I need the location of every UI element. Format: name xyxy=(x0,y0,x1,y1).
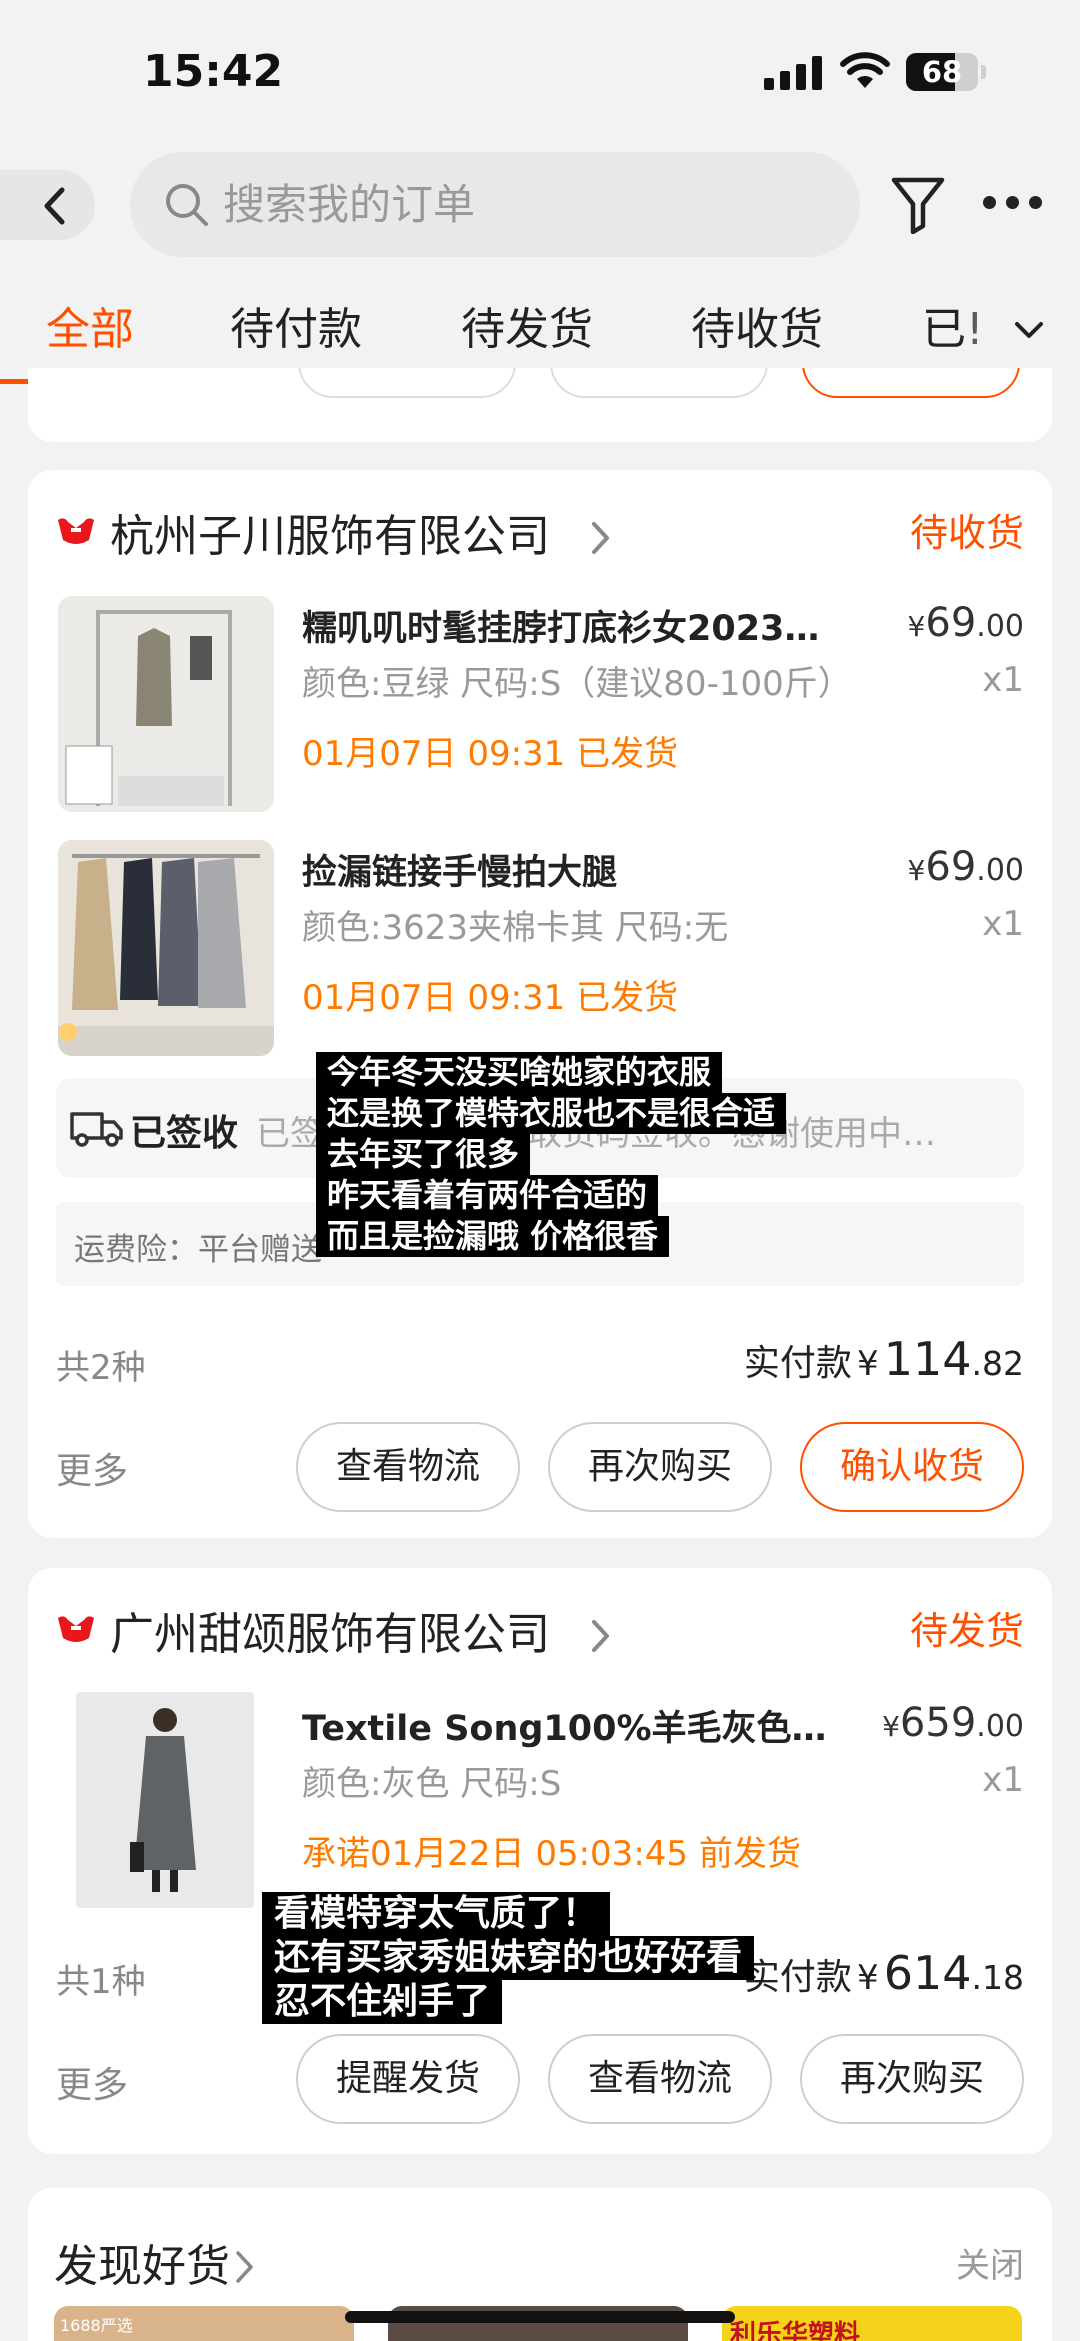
buy-again-button[interactable]: 再次购买 xyxy=(548,1422,772,1512)
product-price: ¥69.00 xyxy=(907,844,1024,890)
shipping-status: 01月07日 09:31 已发货 xyxy=(302,978,679,1018)
product-spec: 颜色:灰色 尺码:S xyxy=(302,1764,562,1804)
caption-line: 而且是捡漏哦 价格很香 xyxy=(316,1216,670,1257)
shipping-status: 承诺01月22日 05:03:45 前发货 xyxy=(302,1834,801,1874)
chevron-right-icon xyxy=(236,2251,253,2283)
status-bar: 15:42 68 xyxy=(0,0,1080,145)
status-time: 15:42 xyxy=(143,46,284,97)
caption-line: 昨天看着有两件合适的 xyxy=(316,1175,659,1216)
cellular-signal-icon xyxy=(764,56,822,90)
product-image[interactable] xyxy=(76,1692,254,1908)
product-quantity: x1 xyxy=(982,904,1024,944)
chevron-right-icon[interactable] xyxy=(590,1618,612,1654)
discover-close-button[interactable]: 关闭 xyxy=(956,2238,1024,2287)
paid-total: 实付款 ¥ 614.18 xyxy=(743,1946,1024,2000)
shipping-status: 01月07日 09:31 已发货 xyxy=(302,734,679,774)
shop-logo-icon xyxy=(58,518,94,544)
search-placeholder: 搜索我的订单 xyxy=(223,180,476,229)
caption-line: 忍不住剁手了 xyxy=(262,1980,503,2024)
wifi-icon xyxy=(840,52,890,88)
confirm-receipt-button[interactable]: 确认收货 xyxy=(800,1422,1024,1512)
discover-badge: 1688严选 xyxy=(60,2316,133,2335)
chevron-down-icon[interactable] xyxy=(1014,320,1044,340)
battery-icon: 68 xyxy=(906,53,986,91)
order-status: 待发货 xyxy=(909,1609,1024,1653)
product-price: ¥659.00 xyxy=(882,1700,1024,1746)
discover-item-image[interactable]: 1688严选 xyxy=(54,2306,354,2341)
truck-icon xyxy=(70,1112,123,1147)
product-quantity: x1 xyxy=(982,1760,1024,1800)
product-spec: 颜色:3623夹棉卡其 尺码:无 xyxy=(302,908,729,948)
tab-pending-shipment[interactable]: 待发货 xyxy=(461,290,593,370)
remind-shipment-button[interactable]: 提醒发货 xyxy=(296,2034,520,2124)
order-card[interactable]: 杭州子川服饰有限公司 待收货 糯叽叽时髦挂脖打底衫女2023… 颜色:豆绿 尺码… xyxy=(28,470,1052,1538)
product-title[interactable]: 糯叽叽时髦挂脖打底衫女2023… xyxy=(302,600,819,651)
tab-all[interactable]: 全部 xyxy=(46,290,134,370)
shop-logo-icon xyxy=(58,1616,94,1642)
product-image[interactable] xyxy=(58,840,274,1056)
more-link[interactable]: 更多 xyxy=(56,1442,128,1494)
caption-line: 看模特穿太气质了！ xyxy=(262,1892,611,1936)
item-count: 共1种 xyxy=(56,1962,146,2002)
back-button[interactable] xyxy=(0,170,95,240)
more-link[interactable]: 更多 xyxy=(56,2056,128,2108)
tab-pending-receipt[interactable]: 待收货 xyxy=(691,290,823,370)
home-indicator[interactable] xyxy=(345,2311,735,2323)
search-input[interactable]: 搜索我的订单 xyxy=(130,152,860,257)
order-card[interactable]: 广州甜颂服饰有限公司 待发货 Textile Song100%羊毛灰色… 颜色:… xyxy=(28,1568,1052,2154)
product-price: ¥69.00 xyxy=(907,600,1024,646)
caption-line: 今年冬天没买啥她家的衣服 xyxy=(316,1052,723,1093)
battery-percent: 68 xyxy=(921,55,963,89)
discover-title[interactable]: 发现好货 xyxy=(54,2230,256,2294)
product-quantity: x1 xyxy=(982,660,1024,700)
paid-total: 实付款 ¥ 114.82 xyxy=(743,1332,1024,1386)
chevron-right-icon[interactable] xyxy=(590,520,612,556)
shop-name[interactable]: 杭州子川服饰有限公司 xyxy=(110,500,550,564)
caption-line: 还有买家秀姐妹穿的也好好看 xyxy=(262,1936,755,1980)
filter-icon[interactable] xyxy=(890,176,946,234)
order-status: 待收货 xyxy=(909,511,1024,555)
view-logistics-button[interactable]: 查看物流 xyxy=(548,2034,772,2124)
search-icon xyxy=(166,184,208,226)
product-spec: 颜色:豆绿 尺码:S（建议80-100斤） xyxy=(302,664,852,704)
discover-badge: 利乐华塑料 xyxy=(730,2320,861,2341)
product-title[interactable]: Textile Song100%羊毛灰色… xyxy=(302,1700,827,1751)
product-title[interactable]: 捡漏链接手慢拍大腿 xyxy=(302,844,617,895)
product-image[interactable] xyxy=(58,596,274,812)
item-count: 共2种 xyxy=(56,1348,146,1388)
shop-name[interactable]: 广州甜颂服饰有限公司 xyxy=(110,1598,550,1662)
more-options-icon[interactable] xyxy=(983,196,1043,212)
caption-line: 还是换了模特衣服也不是很合适 xyxy=(316,1093,787,1134)
tab-pending-payment[interactable]: 待付款 xyxy=(230,290,362,370)
chevron-left-icon xyxy=(44,187,65,225)
view-logistics-button[interactable]: 查看物流 xyxy=(296,1422,520,1512)
insurance-text: 运费险：平台赠送 xyxy=(74,1232,322,1268)
previous-order-card xyxy=(28,368,1052,442)
logistics-status: 已签收 xyxy=(130,1113,239,1154)
caption-line: 去年买了很多 xyxy=(316,1134,531,1175)
discover-item-image[interactable]: 利乐华塑料 xyxy=(722,2306,1022,2341)
buy-again-button[interactable]: 再次购买 xyxy=(800,2034,1024,2124)
